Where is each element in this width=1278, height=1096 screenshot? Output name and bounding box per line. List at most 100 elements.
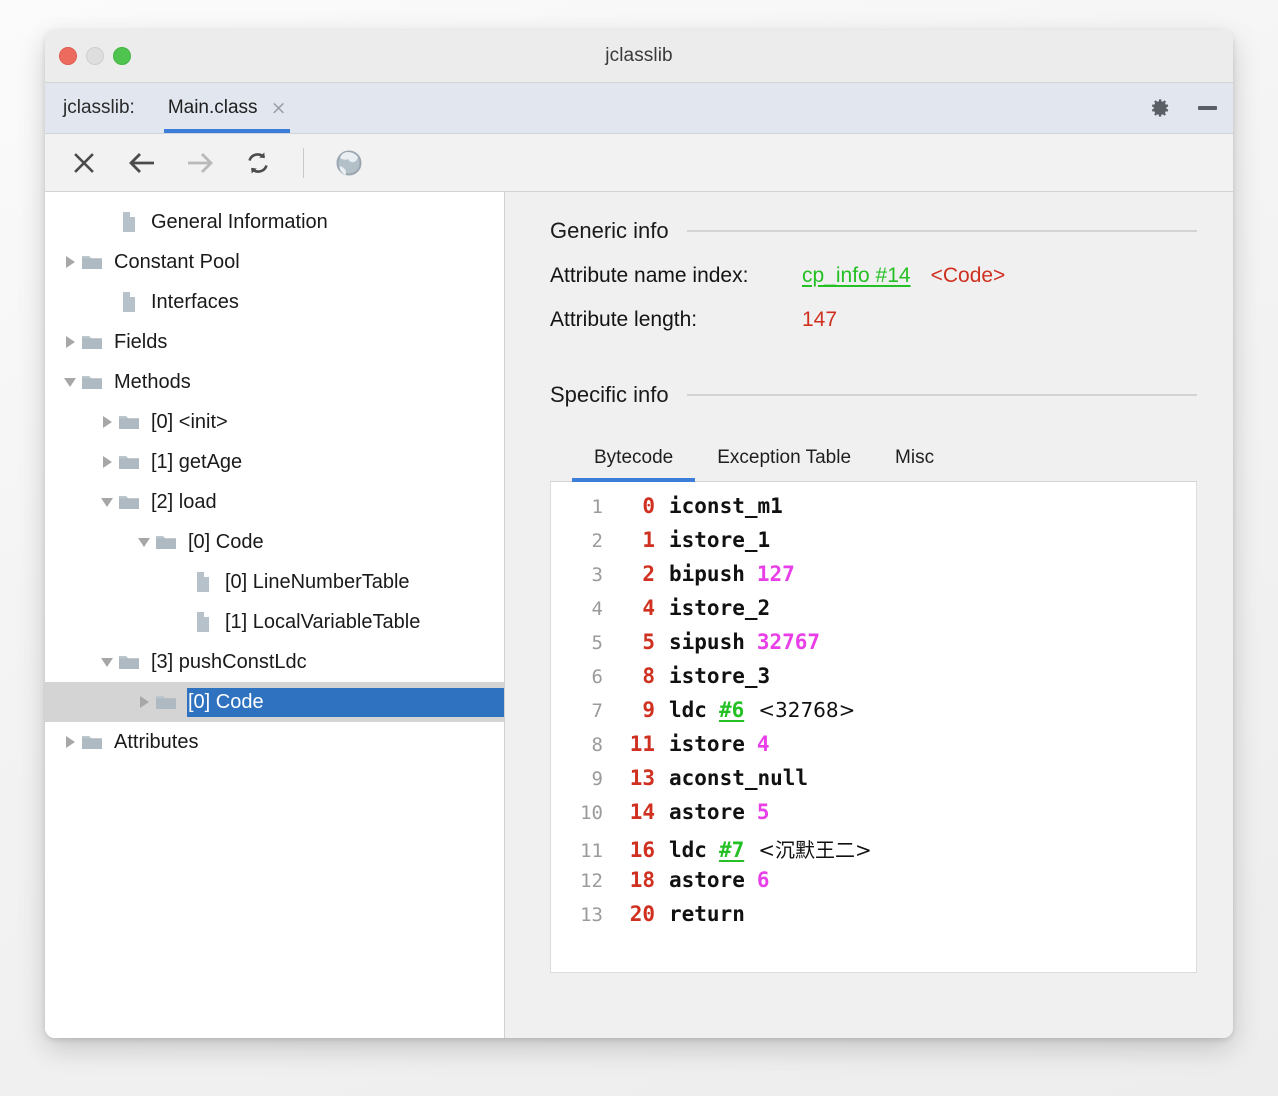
- tree-indent: [45, 602, 170, 642]
- tree-row[interactable]: [0] Code: [45, 522, 504, 562]
- tree-row-label: [0] <init>: [150, 408, 234, 437]
- folder-icon: [118, 482, 140, 522]
- attribute-length-row: Attribute length: 147: [550, 308, 1197, 332]
- tree-row[interactable]: Methods: [45, 362, 504, 402]
- tree-row-label: [3] pushConstLdc: [150, 648, 313, 677]
- folder-icon: [81, 362, 103, 402]
- tab-bytecode[interactable]: Bytecode: [572, 441, 695, 481]
- bytecode-line: 55sipush32767: [551, 630, 1196, 664]
- attribute-length-label: Attribute length:: [550, 308, 802, 332]
- reload-icon[interactable]: [241, 146, 275, 180]
- bytecode-opcode: iconst_m1: [669, 494, 783, 518]
- close-icon[interactable]: [67, 146, 101, 180]
- bytecode-line: 79ldc#6<32768>: [551, 698, 1196, 732]
- bytecode-opcode: return: [669, 902, 745, 926]
- close-light[interactable]: [59, 47, 77, 65]
- attribute-name-index-label: Attribute name index:: [550, 264, 802, 288]
- tree-row-label: Constant Pool: [113, 248, 246, 277]
- bytecode-comment: <32768>: [758, 698, 855, 722]
- tab-misc[interactable]: Misc: [873, 441, 956, 481]
- bytecode-line: 1218astore6: [551, 868, 1196, 902]
- tree-indent: [45, 202, 96, 242]
- line-number: 4: [557, 598, 603, 620]
- minus-icon[interactable]: [1198, 106, 1217, 110]
- gear-icon[interactable]: [1148, 96, 1172, 120]
- line-number: 12: [557, 870, 603, 892]
- constant-pool-link[interactable]: #7: [719, 838, 744, 862]
- tree-row[interactable]: [0] Code: [45, 682, 504, 722]
- line-number: 10: [557, 802, 603, 824]
- bytecode-offset: 11: [603, 732, 655, 756]
- bytecode-opcode: bipush: [669, 562, 745, 586]
- main-split: General Information Constant Pool Interfac…: [45, 192, 1233, 1038]
- bytecode-offset: 16: [603, 838, 655, 862]
- tree-twisty-empty: [96, 282, 118, 322]
- chevron-down-icon[interactable]: [96, 642, 118, 682]
- folder-icon: [81, 722, 103, 762]
- tree-indent: [45, 522, 133, 562]
- tree-row[interactable]: [0] <init>: [45, 402, 504, 442]
- divider: [687, 394, 1197, 396]
- bytecode-line: 44istore_2: [551, 596, 1196, 630]
- tab-exception-table[interactable]: Exception Table: [695, 441, 873, 481]
- bytecode-offset: 13: [603, 766, 655, 790]
- tree-row-label: [1] LocalVariableTable: [224, 608, 426, 637]
- bytecode-listing[interactable]: 10iconst_m121istore_132bipush12744istore…: [550, 482, 1197, 973]
- chevron-down-icon[interactable]: [59, 362, 81, 402]
- tree-row[interactable]: Fields: [45, 322, 504, 362]
- tab-main-class[interactable]: Main.class ×: [164, 83, 291, 133]
- attribute-length-value: 147: [802, 308, 837, 332]
- tree-row[interactable]: General Information: [45, 202, 504, 242]
- bytecode-operand: 5: [757, 800, 770, 824]
- bytecode-opcode: sipush: [669, 630, 745, 654]
- tree-indent: [45, 242, 59, 282]
- chevron-right-icon[interactable]: [59, 322, 81, 362]
- tree-row[interactable]: [1] LocalVariableTable: [45, 602, 504, 642]
- bytecode-offset: 14: [603, 800, 655, 824]
- tab-bar-prefix: jclasslib:: [63, 97, 135, 119]
- chevron-right-icon[interactable]: [96, 442, 118, 482]
- folder-icon: [118, 442, 140, 482]
- title-bar: jclasslib: [45, 30, 1233, 83]
- tree-row[interactable]: Interfaces: [45, 282, 504, 322]
- cp-info-link[interactable]: cp_info #14: [802, 264, 911, 288]
- bytecode-operand: 32767: [757, 630, 820, 654]
- tree-indent: [45, 362, 59, 402]
- tree-row[interactable]: Constant Pool: [45, 242, 504, 282]
- tree-indent: [45, 282, 96, 322]
- chevron-right-icon[interactable]: [133, 682, 155, 722]
- line-number: 2: [557, 530, 603, 552]
- class-structure-tree[interactable]: General Information Constant Pool Interfac…: [45, 192, 505, 1038]
- chevron-right-icon[interactable]: [59, 722, 81, 762]
- specific-info-tabs: Bytecode Exception Table Misc: [550, 441, 1197, 482]
- tree-row[interactable]: [1] getAge: [45, 442, 504, 482]
- bytecode-offset: 9: [603, 698, 655, 722]
- constant-pool-link[interactable]: #6: [719, 698, 744, 722]
- tree-indent: [45, 482, 96, 522]
- arrow-right-icon: [183, 146, 217, 180]
- tree-row[interactable]: Attributes: [45, 722, 504, 762]
- zoom-light[interactable]: [113, 47, 131, 65]
- tree-row[interactable]: [3] pushConstLdc: [45, 642, 504, 682]
- tab-bar-actions: [1148, 83, 1217, 133]
- chevron-right-icon[interactable]: [59, 242, 81, 282]
- bytecode-opcode: astore: [669, 800, 745, 824]
- chevron-right-icon[interactable]: [96, 402, 118, 442]
- chevron-down-icon[interactable]: [96, 482, 118, 522]
- bytecode-line: 913aconst_null: [551, 766, 1196, 800]
- minimize-light[interactable]: [86, 47, 104, 65]
- bytecode-offset: 4: [603, 596, 655, 620]
- folder-icon: [155, 522, 177, 562]
- chevron-down-icon[interactable]: [133, 522, 155, 562]
- generic-info-title: Generic info: [550, 218, 669, 244]
- bytecode-line: 68istore_3: [551, 664, 1196, 698]
- arrow-left-icon[interactable]: [125, 146, 159, 180]
- folder-icon: [118, 642, 140, 682]
- tree-row[interactable]: [2] load: [45, 482, 504, 522]
- specific-info-header: Specific info: [550, 382, 1197, 408]
- bytecode-opcode: astore: [669, 868, 745, 892]
- tree-row[interactable]: [0] LineNumberTable: [45, 562, 504, 602]
- close-icon[interactable]: ×: [271, 99, 287, 118]
- bytecode-offset: 0: [603, 494, 655, 518]
- bytecode-operand: 6: [757, 868, 770, 892]
